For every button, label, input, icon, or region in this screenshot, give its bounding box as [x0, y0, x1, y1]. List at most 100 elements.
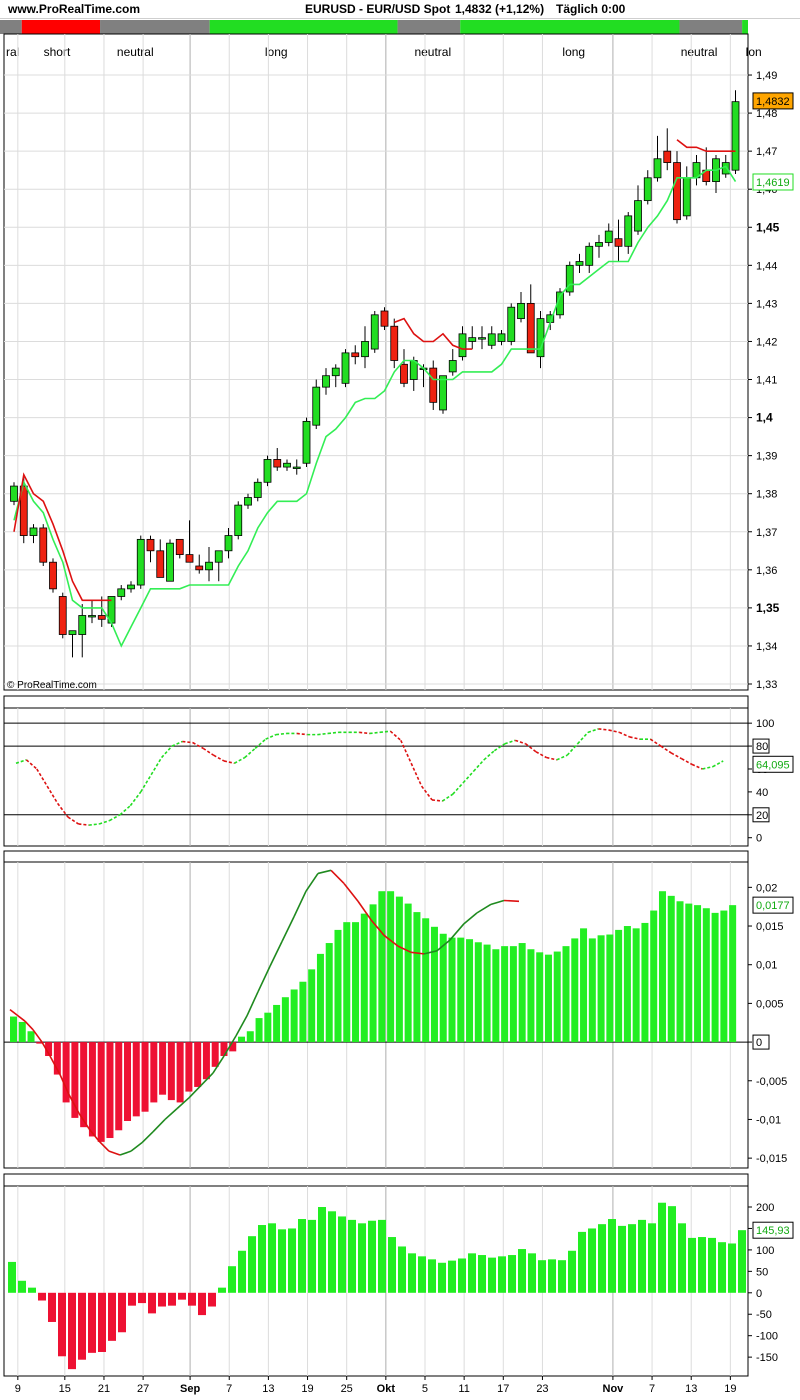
candle-up — [653, 158, 662, 179]
macd-bar-positive — [536, 952, 544, 1043]
cci-bar-positive — [318, 1207, 326, 1293]
candle-up — [634, 200, 642, 232]
y-tick-label: -0,015 — [756, 1153, 787, 1165]
macd-bar-positive — [264, 1012, 272, 1043]
macd-signal-segment — [490, 899, 505, 906]
price-panel[interactable]: 1,491,481,471,461,451,441,431,421,411,41… — [3, 33, 794, 691]
cci-bar-positive — [18, 1280, 26, 1293]
stochastic-panel[interactable]: 10080604020064,095 — [3, 695, 794, 847]
candle-up — [214, 550, 223, 563]
candle-up — [322, 375, 330, 388]
macd-bar-positive — [720, 910, 728, 1043]
y-tick-label: 1,49 — [756, 70, 777, 82]
candle-up — [68, 630, 77, 635]
stochastic-segment — [525, 743, 537, 753]
candle-up — [439, 375, 447, 411]
value-badge-label: 64,095 — [756, 759, 790, 771]
macd-bar-positive — [694, 905, 702, 1043]
stochastic-segment — [359, 731, 370, 735]
candle-up — [283, 462, 291, 468]
y-tick-label: 0,02 — [756, 882, 777, 894]
stochastic-segment — [254, 738, 267, 749]
cci-bar-positive — [418, 1256, 426, 1293]
regime-bar: ral short neutral long neutral long neutral lon — [0, 20, 762, 59]
cci-panel[interactable]: 200150100500-50-100-150145,93 — [3, 1173, 794, 1377]
stochastic-segment — [36, 768, 48, 787]
candle-down — [351, 352, 360, 358]
macd-bar-negative — [194, 1042, 202, 1087]
stochastic-segment — [546, 756, 557, 761]
macd-signal-segment — [463, 912, 478, 925]
macd-bar-negative — [80, 1042, 88, 1128]
candle-down — [273, 459, 282, 468]
macd-bar-negative — [106, 1042, 114, 1139]
stochastic-segment — [702, 765, 713, 770]
regime-segment-long — [209, 20, 398, 34]
candle-down — [97, 615, 106, 620]
macd-bar-positive — [360, 913, 368, 1043]
macd-bar-positive — [404, 903, 412, 1043]
stochastic-segment — [670, 752, 682, 760]
macd-bar-positive — [597, 935, 605, 1043]
macd-signal-segment — [317, 869, 332, 875]
candle-down — [380, 310, 389, 327]
macd-bar-positive — [553, 951, 561, 1043]
candle-up — [224, 535, 233, 552]
macd-bar-positive — [650, 910, 658, 1043]
value-badge-label: 1,4832 — [756, 96, 790, 108]
cci-bar-positive — [368, 1220, 376, 1293]
regime-label: short — [44, 45, 71, 59]
cci-bar-positive — [488, 1257, 496, 1293]
macd-bar-negative — [150, 1042, 158, 1103]
macd-signal-segment — [119, 1150, 132, 1156]
y-tick-label: 1,34 — [756, 641, 777, 653]
cci-bar-negative — [48, 1292, 56, 1322]
macd-bar-positive — [641, 922, 649, 1043]
regime-segment-neutral — [679, 20, 743, 34]
regime-segment-neutral — [100, 20, 210, 34]
cci-bar-positive — [628, 1224, 636, 1293]
regime-label: neutral — [681, 45, 718, 59]
candle-up — [448, 360, 457, 373]
macd-signal-segment — [130, 1142, 143, 1152]
chart-canvas[interactable]: ral short neutral long neutral long neutral lon… — [0, 0, 800, 1400]
cci-bar-positive — [268, 1223, 276, 1293]
macd-bar-positive — [544, 954, 552, 1043]
regime-label: neutral — [414, 45, 451, 59]
stochastic-segment — [213, 754, 225, 762]
macd-signal-segment — [108, 1150, 121, 1156]
candle-up — [127, 584, 135, 590]
cci-bar-positive — [398, 1246, 406, 1293]
regime-segment-neutral — [397, 20, 461, 34]
macd-bar-positive — [667, 895, 675, 1043]
cci-bar-negative — [158, 1292, 166, 1307]
x-tick-label: Nov — [603, 1383, 625, 1395]
y-tick-label: 0 — [756, 1037, 762, 1049]
y-tick-label: 1,43 — [756, 298, 777, 310]
candle-up — [312, 386, 321, 426]
regime-segment-long — [460, 20, 680, 34]
candle-up — [302, 420, 311, 464]
macd-bar-positive — [273, 1004, 281, 1043]
macd-bar-positive — [483, 944, 491, 1043]
macd-bar-positive — [299, 981, 307, 1043]
stochastic-segment — [109, 814, 121, 822]
cci-bar-negative — [88, 1292, 96, 1353]
stochastic-segment — [25, 759, 38, 770]
cci-bar-positive — [508, 1255, 516, 1293]
macd-panel[interactable]: 0,02 0,015 0,01 0,005 0 -0,005 -0,01 -0,015 0,01… — [3, 850, 794, 1169]
y-tick-label: 1,36 — [756, 565, 777, 577]
macd-bar-positive — [395, 896, 403, 1043]
candle-up — [292, 466, 301, 469]
stochastic-segment — [296, 732, 308, 736]
candle-up — [507, 306, 516, 342]
macd-bar-positive — [588, 938, 596, 1043]
y-tick-label: 1,35 — [756, 601, 780, 615]
macd-bar-positive — [685, 903, 693, 1043]
macd-bar-negative — [176, 1042, 184, 1103]
x-tick-label: 27 — [137, 1383, 149, 1395]
cci-bar-positive — [698, 1237, 706, 1293]
cci-bar-negative — [38, 1292, 46, 1301]
macd-bar-positive — [255, 1018, 263, 1043]
cci-bar-positive — [438, 1262, 446, 1293]
